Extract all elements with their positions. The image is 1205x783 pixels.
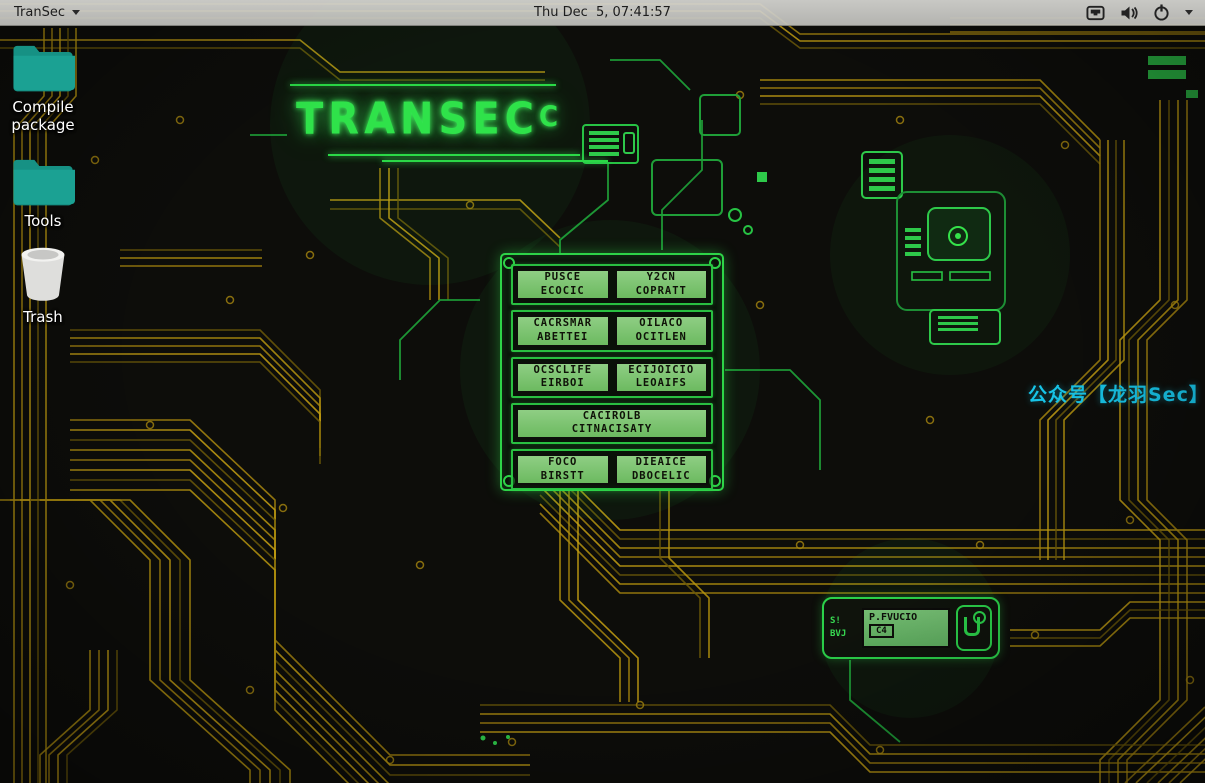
logo-line (382, 160, 608, 162)
logo-text: TRANSECC (296, 94, 560, 145)
desktop-icon-trash[interactable]: Trash (0, 244, 86, 326)
power-icon[interactable] (1153, 4, 1170, 21)
volume-icon[interactable] (1120, 5, 1138, 21)
wallpaper-panel-button: DIEAICE DBOCELIC (615, 454, 709, 485)
caret-down-icon (72, 10, 80, 15)
panel-rows: PUSCE ECOCIC Y2CN COPRATT CACRSMAR ABETT… (511, 264, 713, 480)
top-panel: TranSec Thu Dec 5, 07:41:57 (0, 0, 1205, 26)
desktop-icon-label: Trash (0, 308, 86, 326)
trash-icon[interactable] (0, 244, 86, 304)
panel-row: CACRSMAR ABETTEI OILACO OCITLEN (511, 310, 713, 351)
desktop-icon-compile-package[interactable]: Compile package (0, 42, 86, 135)
lcd-side-label: S! BVJ (830, 615, 856, 642)
panel-caret-down-icon[interactable] (1185, 10, 1193, 15)
wallpaper-panel-button: CACIROLB CITNACISATY (516, 408, 708, 439)
network-icon[interactable] (1086, 5, 1105, 21)
wallpaper-panel-button: FOCO BIRSTT (516, 454, 610, 485)
panel-row: CACIROLB CITNACISATY (511, 403, 713, 444)
folder-icon[interactable] (0, 42, 86, 94)
wallpaper-panel-button: PUSCE ECOCIC (516, 269, 610, 300)
applications-menu-label: TranSec (14, 5, 65, 20)
folder-icon[interactable] (0, 156, 86, 208)
logo-suffix: C (539, 101, 560, 134)
desktop-icon-tools[interactable]: Tools (0, 156, 86, 230)
wallpaper-lcd-module: S! BVJ P.FVUCIO C4 (822, 597, 1000, 659)
applications-menu-button[interactable]: TranSec (8, 0, 86, 25)
wallpaper-panel-button: OCSCLIFE EIRBOI (516, 362, 610, 393)
transec-logo: TRANSECC (286, 88, 596, 164)
wallpaper-panel-button: OILACO OCITLEN (615, 315, 709, 346)
desktop-screen: TRANSECC PUSCE ECOCIC Y2CN COPRATT CACRS… (0, 0, 1205, 783)
lcd-screen: P.FVUCIO C4 (862, 608, 950, 648)
panel-row: PUSCE ECOCIC Y2CN COPRATT (511, 264, 713, 305)
panel-row: FOCO BIRSTT DIEAICE DBOCELIC (511, 449, 713, 490)
panel-row: OCSCLIFE EIRBOI ECIJOICIO LEOAIFS (511, 357, 713, 398)
lcd-screen-text: P.FVUCIO (869, 612, 943, 623)
wallpaper-panel-button: CACRSMAR ABETTEI (516, 315, 610, 346)
logo-line (290, 84, 556, 86)
desktop-icon-label: Compile package (0, 98, 86, 135)
wallpaper-control-panel: PUSCE ECOCIC Y2CN COPRATT CACRSMAR ABETT… (500, 253, 724, 491)
lcd-screen-box: C4 (869, 624, 894, 638)
wechat-watermark: 公众号【龙羽Sec】 (1028, 380, 1205, 407)
logo-word: TRANSEC (296, 94, 539, 145)
wallpaper-panel-button: ECIJOICIO LEOAIFS (615, 362, 709, 393)
hook-icon (964, 617, 980, 636)
desktop-icon-label: Tools (0, 212, 86, 230)
wallpaper-panel-button: Y2CN COPRATT (615, 269, 709, 300)
panel-clock[interactable]: Thu Dec 5, 07:41:57 (0, 5, 1205, 20)
logo-line (328, 154, 580, 156)
status-tray (1086, 4, 1197, 21)
lcd-right-section (956, 605, 992, 651)
